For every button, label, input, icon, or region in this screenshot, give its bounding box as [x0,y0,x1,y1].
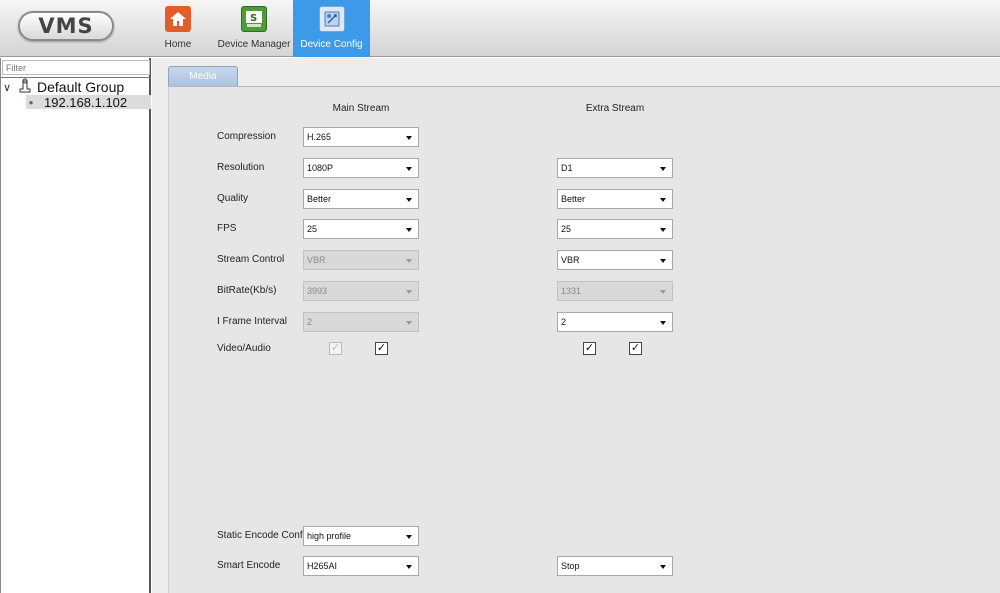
main-audio-checkbox[interactable]: ✓ [375,342,388,355]
resolution-main-select[interactable]: 1080P [303,158,419,178]
video-audio-label: Video/Audio [217,343,271,354]
chevron-down-icon[interactable]: ∨ [3,81,15,94]
vms-logo: VMS [18,11,114,41]
bitrate-extra-select: 1331 [557,281,673,301]
iframe-interval-label: I Frame Interval [217,316,288,327]
extra-audio-checkbox[interactable]: ✓ [629,342,642,355]
tree-group-label: Default Group [37,79,125,95]
nav-home-button[interactable]: Home [158,0,198,57]
compression-label: Compression [217,131,276,142]
static-encode-label: Static Encode Config [217,530,311,541]
quality-extra-select[interactable]: Better [557,189,673,209]
compression-main-select[interactable]: H.265 [303,127,419,147]
smart-encode-main-select[interactable]: H265AI [303,556,419,576]
smart-encode-label: Smart Encode [217,560,281,571]
iframe-interval-main-select: 2 [303,312,419,332]
quality-label: Quality [217,193,249,204]
stream-control-label: Stream Control [217,254,285,265]
tree-item-device[interactable]: ● 192.168.1.102 [26,94,151,110]
config-area: Media Main Stream Extra Stream Compressi… [152,58,1000,593]
quality-main-select[interactable]: Better [303,189,419,209]
home-icon [165,6,191,32]
device-tree-panel: ∨ Default Group ● 192.168.1.102 [0,58,151,593]
main-stream-header: Main Stream [332,103,390,114]
group-icon [17,78,33,96]
device-config-icon [318,6,345,32]
resolution-extra-select[interactable]: D1 [557,158,673,178]
main-video-checkbox: ✓ [329,342,342,355]
smart-encode-extra-select[interactable]: Stop [557,556,673,576]
filter-input[interactable] [2,60,150,75]
bitrate-label: BitRate(Kb/s) [217,285,277,296]
extra-stream-header: Extra Stream [585,103,645,114]
tree-device-label: 192.168.1.102 [44,94,128,110]
resolution-label: Resolution [217,162,265,173]
svg-text:S: S [250,13,257,24]
fps-extra-select[interactable]: 25 [557,219,673,239]
tab-media[interactable]: Media [168,66,238,87]
stream-control-main-select: VBR [303,250,419,270]
fps-label: FPS [217,223,237,234]
nav-device-manager-label: Device Manager [217,39,291,50]
nav-home-label: Home [164,39,192,50]
nav-device-config-label: Device Config [300,39,363,50]
bitrate-main-select: 3993 [303,281,419,301]
extra-video-checkbox[interactable]: ✓ [583,342,596,355]
stream-control-extra-select[interactable]: VBR [557,250,673,270]
top-toolbar: VMS Home S Device Manager Device Config [0,0,1000,57]
device-manager-icon: S [241,6,267,32]
tree-group-default[interactable]: ∨ Default Group [3,78,125,96]
iframe-interval-extra-select[interactable]: 2 [557,312,673,332]
camera-icon: ● [28,97,34,107]
static-encode-main-select[interactable]: high profile [303,526,419,546]
nav-device-manager-button[interactable]: S Device Manager [216,0,292,57]
media-panel: Main Stream Extra Stream Compression H.2… [168,86,1000,593]
fps-main-select[interactable]: 25 [303,219,419,239]
nav-device-config-button[interactable]: Device Config [293,0,370,57]
